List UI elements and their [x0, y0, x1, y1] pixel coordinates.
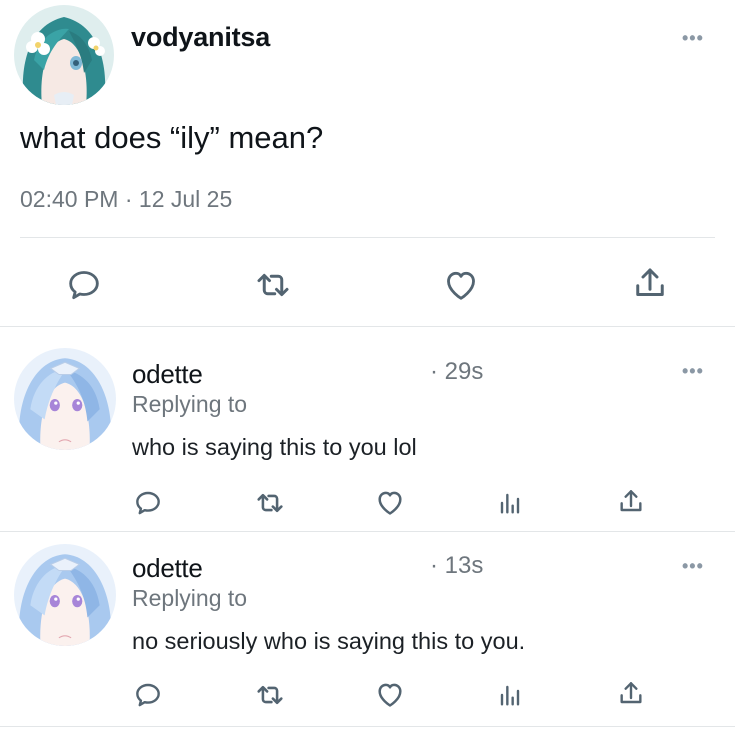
main-tweet-username[interactable]: vodyanitsa	[131, 22, 270, 53]
avatar-vodyanitsa[interactable]	[14, 5, 114, 105]
divider	[0, 326, 735, 327]
reply-more-button[interactable]: •••	[682, 361, 704, 382]
avatar-odette[interactable]	[14, 544, 116, 646]
retweet-icon[interactable]	[253, 678, 287, 712]
reply-username[interactable]: odette	[132, 359, 203, 390]
replying-to-label: Replying to	[132, 391, 248, 417]
like-icon[interactable]	[373, 486, 407, 519]
main-tweet-more-button[interactable]: •••	[682, 28, 704, 49]
retweet-icon[interactable]	[253, 486, 287, 520]
like-icon[interactable]	[440, 265, 482, 305]
divider	[0, 531, 735, 532]
reply-text: who is saying this to you lol	[132, 434, 417, 460]
main-tweet-date: 12 Jul 25	[138, 186, 233, 212]
reply-time: · 29s	[430, 358, 484, 385]
main-tweet-time: 02:40 PM	[20, 186, 119, 212]
reply-username[interactable]: odette	[132, 553, 203, 584]
share-icon[interactable]	[615, 486, 647, 518]
reply-icon[interactable]	[64, 265, 104, 305]
reply-time: · 13s	[430, 552, 484, 579]
reply-more-button[interactable]: •••	[682, 556, 704, 577]
divider	[20, 237, 715, 238]
meta-separator: ·	[124, 186, 133, 212]
main-tweet-meta: 02:40 PM · 12 Jul 25	[20, 186, 232, 213]
views-icon[interactable]	[494, 487, 526, 519]
replying-to-label: Replying to	[132, 585, 248, 611]
reply-text: no seriously who is saying this to you.	[132, 628, 526, 654]
avatar-odette[interactable]	[14, 348, 116, 450]
main-tweet-text: what does “ily” mean?	[20, 120, 324, 155]
retweet-icon[interactable]	[252, 264, 294, 306]
share-icon[interactable]	[615, 678, 647, 710]
reply-icon[interactable]	[132, 487, 164, 519]
divider	[0, 726, 735, 727]
views-icon[interactable]	[494, 679, 526, 711]
like-icon[interactable]	[373, 678, 407, 711]
share-icon[interactable]	[629, 263, 671, 305]
reply-icon[interactable]	[132, 679, 164, 711]
